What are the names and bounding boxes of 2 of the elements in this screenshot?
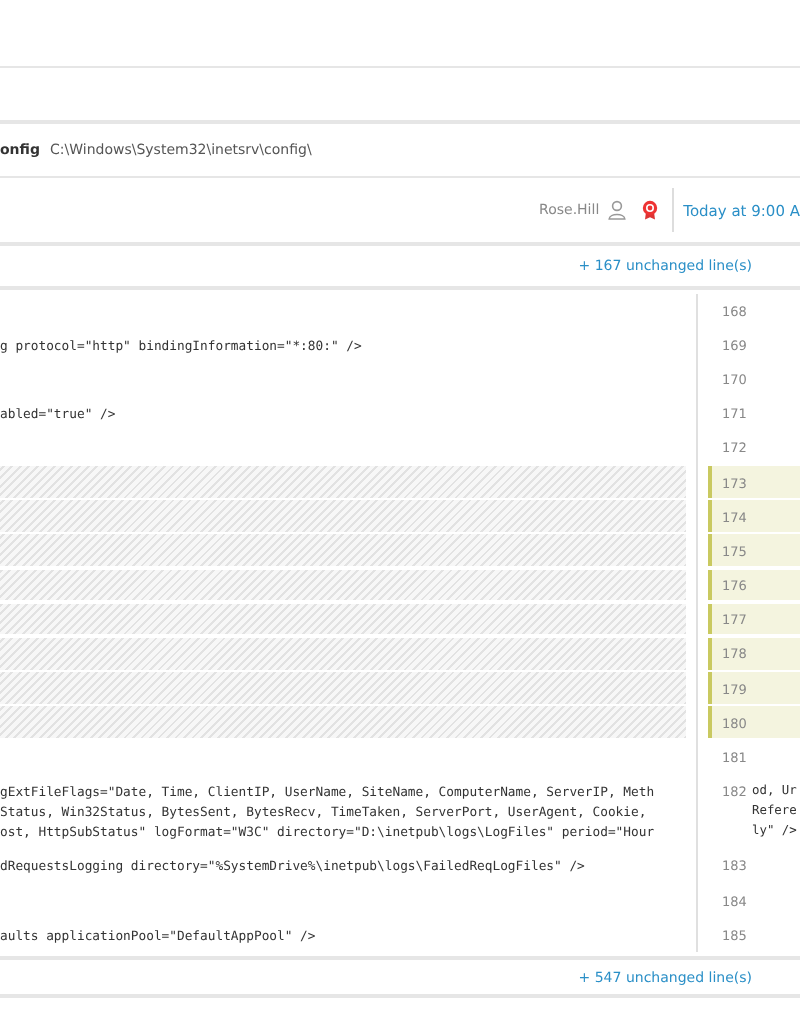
award-badge-icon <box>641 200 658 220</box>
user-icon <box>607 200 626 220</box>
